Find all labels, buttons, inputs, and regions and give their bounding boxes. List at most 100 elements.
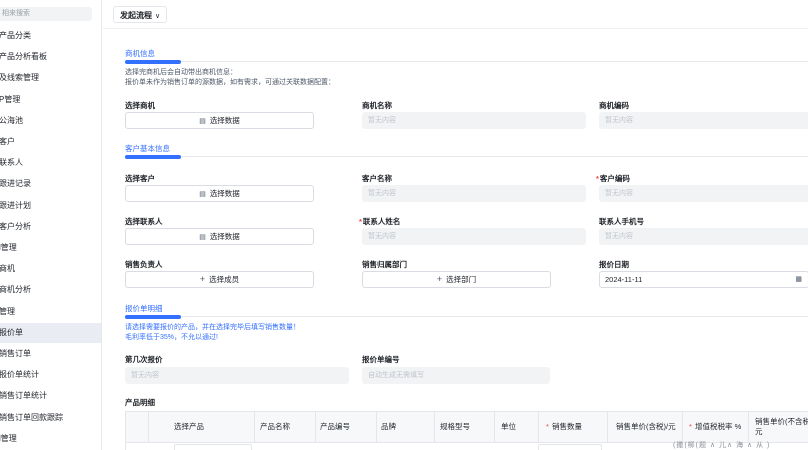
sales-dept-label: 销售归属部门 <box>362 260 407 269</box>
product-detail-title: 产品明细 <box>125 398 155 407</box>
database-icon: ▤ <box>199 234 206 241</box>
sidebar: 相来搜索 产品分类产品分析看板及线索管理 P管理公海池客户联系人跟进记录 跟进计划客… <box>0 0 102 450</box>
sidebar-item[interactable]: l管理 <box>0 238 101 258</box>
sidebar-item-label: P管理 <box>0 94 21 104</box>
sidebar-item-label: 销售订单回款跟踪 <box>0 412 63 422</box>
table-column-divider <box>315 412 316 442</box>
select-member-button-label: 选择成员 <box>209 275 240 284</box>
main-content: 发起流程 ∨ 商机信息 选择完商机后会自动带出商机信息： 报价单未作为销售订单的源… <box>103 0 808 450</box>
table-header-cell: * 销售数量 <box>546 412 582 442</box>
customer-name-field[interactable]: 暂无内容 <box>362 185 586 202</box>
sidebar-item-label: 报价单 <box>0 327 23 337</box>
sidebar-item[interactable]: 管理 <box>0 302 101 322</box>
select-opportunity-button[interactable]: ▤ 选择数据 <box>125 112 314 129</box>
select-customer-button[interactable]: ▤ 选择数据 <box>125 185 314 202</box>
quote-date-label: 报价日期 <box>599 260 629 269</box>
select-product-input[interactable] <box>174 444 252 450</box>
sidebar-item[interactable]: 销售订单 <box>0 344 101 364</box>
sidebar-item[interactable]: 商机 <box>0 259 101 279</box>
sidebar-item[interactable]: 产品分析看板 <box>0 47 101 67</box>
sidebar-item[interactable]: 产品分类 <box>0 26 101 46</box>
table-header-cell: 销售单价(不含税)/元 <box>755 412 808 442</box>
opportunity-name-field[interactable]: 暂无内容 <box>362 112 586 129</box>
table-header-cell: 规格型号 <box>440 412 470 442</box>
customer-name-label: 客户名称 <box>362 174 392 183</box>
section-title-customer: 客户基本信息 <box>125 144 170 153</box>
sidebar-item[interactable]: 商机分析 <box>0 280 101 300</box>
customer-code-label: *客户编码 <box>596 173 630 184</box>
calendar-icon: ▦ <box>795 276 802 283</box>
quote-date-value: 2024-11-11 <box>605 275 643 284</box>
sales-quantity-input[interactable] <box>538 444 602 450</box>
opportunity-name-label: 商机名称 <box>362 101 392 110</box>
quote-round-label: 第几次报价 <box>125 355 163 364</box>
sidebar-search-input[interactable]: 相来搜索 <box>0 7 92 21</box>
sidebar-item-label: l管理 <box>0 243 17 252</box>
table-header-cell: 产品编号 <box>320 412 350 442</box>
sidebar-item[interactable]: 报价单统计 <box>0 365 101 385</box>
section-divider <box>181 316 808 317</box>
table-header-label: 增值税税率 % <box>695 422 742 431</box>
table-column-divider <box>607 412 608 442</box>
sidebar-item[interactable]: 公海池 <box>0 111 101 131</box>
table-column-divider <box>538 412 539 442</box>
contact-name-field[interactable]: 暂无内容 <box>362 228 586 245</box>
contact-name-label-text: 联系人姓名 <box>362 217 401 226</box>
sidebar-item[interactable]: 客户分析 <box>0 217 101 237</box>
sidebar-item[interactable]: 报价单 <box>0 322 101 343</box>
select-department-button[interactable]: + 选择部门 <box>362 271 551 288</box>
sidebar-item-label: 联系人 <box>0 158 23 168</box>
start-flow-dropdown[interactable]: 发起流程 ∨ <box>113 6 168 23</box>
plus-icon: + <box>436 274 443 284</box>
start-flow-label: 发起流程 <box>120 11 152 20</box>
section-divider <box>181 61 808 62</box>
customer-code-field[interactable]: 暂无内容 <box>599 185 808 202</box>
database-icon: ▤ <box>199 118 206 125</box>
section-divider <box>181 156 808 157</box>
contact-phone-label: 联系人手机号 <box>599 217 644 226</box>
contact-phone-field[interactable]: 暂无内容 <box>599 228 808 245</box>
opportunity-desc-line-1: 选择完商机后会自动带出商机信息： <box>125 69 237 76</box>
quote-date-input[interactable]: 2024-11-11 ▦ <box>599 271 808 288</box>
table-header-cell: 产品名称 <box>260 412 290 442</box>
table-header-cell: * 增值税税率 % <box>689 412 741 442</box>
sidebar-item[interactable]: 客户 <box>0 132 101 152</box>
table-header-cell: 品牌 <box>381 412 396 442</box>
sidebar-item-label: 客户分析 <box>0 221 31 231</box>
table-header-cell: 销售单价(含税)/元 <box>616 412 676 442</box>
app-root: 相来搜索 产品分类 产品分析看板 及线索管理 P管理 公海池 客户 联系人 跟进记录 跟进计划客… <box>0 0 808 450</box>
select-member-button[interactable]: + 选择成员 <box>125 271 314 288</box>
select-contact-button[interactable]: ▤ 选择数据 <box>125 228 314 245</box>
sidebar-item-label: l管理 <box>0 433 17 443</box>
sidebar-item-label: 公海池 <box>0 115 23 125</box>
quote-desc-line-1: 请选择需要报价的产品，并在选择完毕后填写销售数量！ <box>125 324 300 331</box>
sidebar-item-label: 产品分析看板 <box>0 52 47 62</box>
sidebar-item[interactable]: P管理 <box>0 90 101 110</box>
sidebar-item-label: 报价单统计 <box>0 370 39 380</box>
required-mark: * <box>689 422 692 431</box>
sidebar-item[interactable]: 及线索管理 <box>0 68 101 88</box>
table-header-cell: 选择产品 <box>174 412 204 442</box>
sidebar-item-label: 管理 <box>0 306 15 316</box>
contact-name-label: *联系人姓名 <box>359 216 400 227</box>
sidebar-item[interactable]: l管理 <box>0 429 101 449</box>
sidebar-item[interactable]: 跟进记录 <box>0 174 101 194</box>
sidebar-item[interactable]: 联系人 <box>0 153 101 173</box>
required-mark: * <box>359 217 362 226</box>
sidebar-item-label: 销售订单 <box>0 349 31 358</box>
sidebar-item[interactable]: 跟进计划 <box>0 196 101 216</box>
select-customer-label: 选择客户 <box>125 174 155 183</box>
select-customer-button-label: 选择数据 <box>209 189 240 198</box>
opportunity-code-field[interactable]: 暂无内容 <box>599 112 808 129</box>
sales-owner-label: 销售负责人 <box>125 260 163 269</box>
sidebar-item[interactable]: 销售订单回款跟踪 <box>0 408 101 428</box>
table-header-label: 品牌 <box>381 422 396 431</box>
plus-icon: + <box>199 274 206 284</box>
section-underline <box>125 155 181 159</box>
required-mark: * <box>546 422 549 431</box>
quote-number-field: 自动生成无需填写 <box>362 367 550 384</box>
sidebar-item[interactable]: 销售订单统计 <box>0 386 101 406</box>
sidebar-item-label: 客户 <box>0 137 15 146</box>
select-contact-button-label: 选择数据 <box>209 232 240 241</box>
quote-round-field[interactable]: 暂无内容 <box>125 367 349 384</box>
